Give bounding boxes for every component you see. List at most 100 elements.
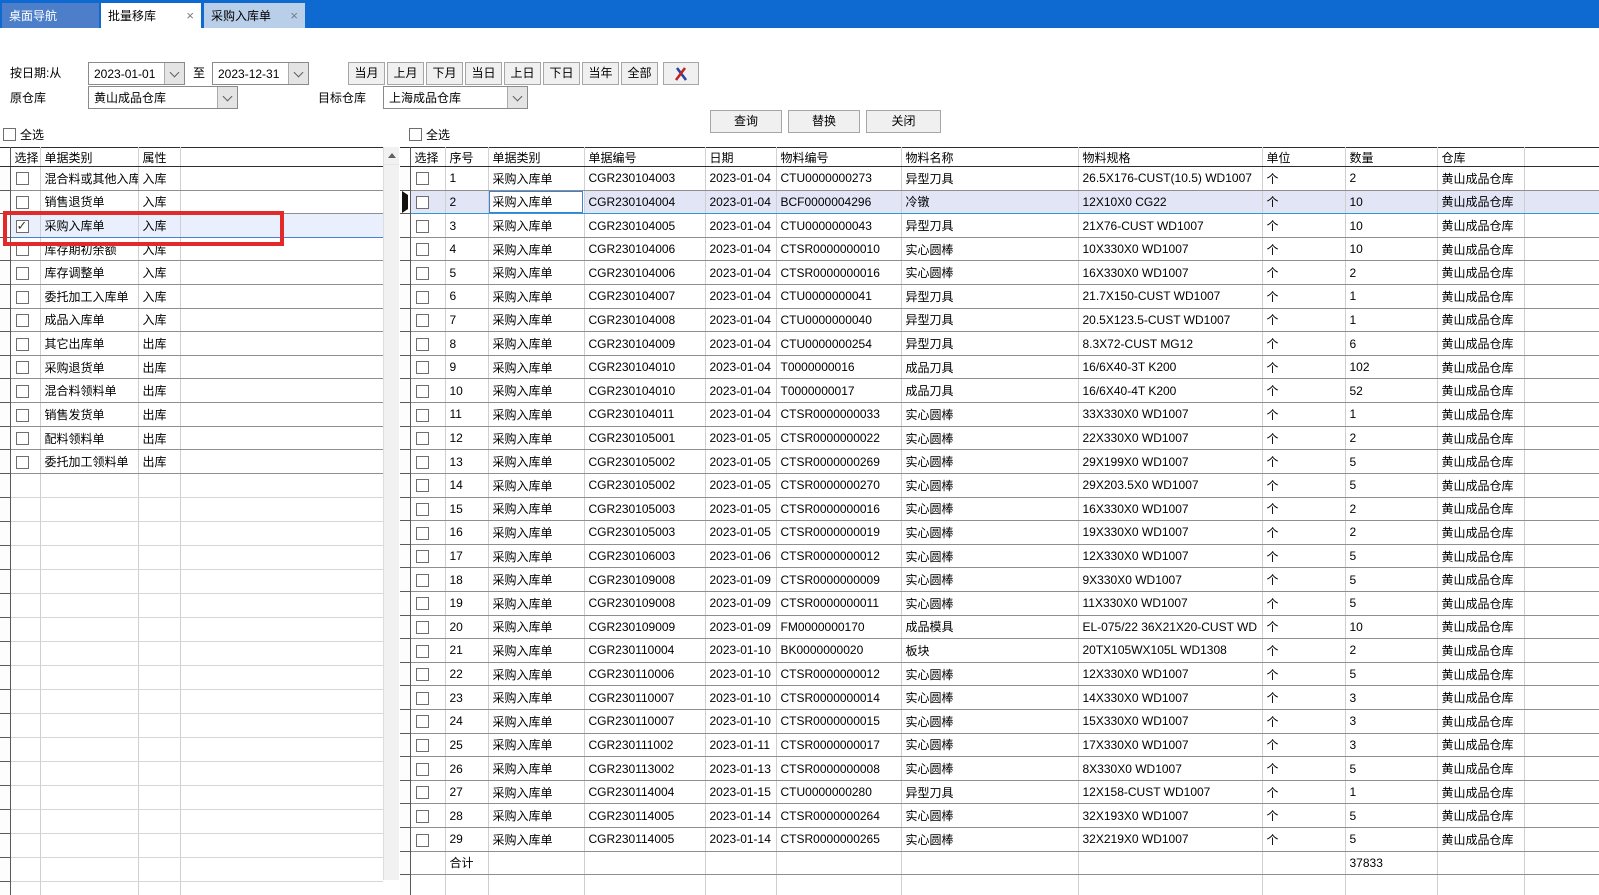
row-checkbox[interactable]	[16, 361, 29, 374]
row-checkbox[interactable]	[416, 503, 429, 516]
receipt-row[interactable]: 19采购入库单CGR2301090082023-01-09CTSR0000000…	[400, 591, 1599, 615]
right-select-all-checkbox[interactable]	[409, 128, 422, 141]
target-warehouse-combobox[interactable]: 上海成品仓库	[383, 86, 528, 109]
row-checkbox[interactable]	[16, 220, 29, 233]
query-button[interactable]: 查询	[710, 110, 782, 133]
receipt-row[interactable]: 15采购入库单CGR2301050032023-01-05CTSR0000000…	[400, 497, 1599, 521]
receipt-row[interactable]: 14采购入库单CGR2301050022023-01-05CTSR0000000…	[400, 473, 1599, 497]
chevron-down-icon[interactable]	[288, 63, 308, 84]
row-checkbox[interactable]	[416, 338, 429, 351]
doc-type-row[interactable]: 采购退货单出库	[0, 355, 383, 379]
row-checkbox[interactable]	[416, 621, 429, 634]
receipt-row[interactable]: 10采购入库单CGR2301040102023-01-04T0000000017…	[400, 379, 1599, 403]
receipt-row[interactable]: 21采购入库单CGR2301100042023-01-10BK000000002…	[400, 639, 1599, 663]
row-checkbox[interactable]	[416, 527, 429, 540]
receipt-row[interactable]: 2采购入库单CGR2301040042023-01-04BCF000000429…	[400, 190, 1599, 214]
quick-btn-prev-month[interactable]: 上月	[387, 62, 424, 85]
doc-type-row[interactable]: 混合料领料单出库	[0, 379, 383, 403]
row-checkbox[interactable]	[416, 479, 429, 492]
receipt-row[interactable]: 9采购入库单CGR2301040102023-01-04T0000000016成…	[400, 355, 1599, 379]
row-checkbox[interactable]	[416, 220, 429, 233]
receipt-row[interactable]: 25采购入库单CGR2301110022023-01-11CTSR0000000…	[400, 733, 1599, 757]
row-checkbox[interactable]	[16, 338, 29, 351]
receipt-row[interactable]: 5采购入库单CGR2301040062023-01-04CTSR00000000…	[400, 261, 1599, 285]
chevron-down-icon[interactable]	[217, 87, 237, 108]
column-header-quantity[interactable]: 数量	[1345, 148, 1437, 167]
receipt-row[interactable]: 13采购入库单CGR2301050022023-01-05CTSR0000000…	[400, 450, 1599, 474]
doc-type-row[interactable]: 销售退货单入库	[0, 190, 383, 214]
receipt-row[interactable]: 18采购入库单CGR2301090082023-01-09CTSR0000000…	[400, 568, 1599, 592]
chevron-down-icon[interactable]	[164, 63, 184, 84]
row-checkbox[interactable]	[16, 243, 29, 256]
close-icon[interactable]: ×	[290, 9, 298, 22]
column-header-attr[interactable]: 属性	[138, 148, 180, 167]
row-checkbox[interactable]	[416, 361, 429, 374]
row-checkbox[interactable]	[416, 574, 429, 587]
row-checkbox[interactable]	[16, 456, 29, 469]
row-checkbox[interactable]	[416, 715, 429, 728]
column-header-warehouse[interactable]: 仓库	[1437, 148, 1524, 167]
row-checkbox[interactable]	[416, 645, 429, 658]
receipt-row[interactable]: 17采购入库单CGR2301060032023-01-06CTSR0000000…	[400, 544, 1599, 568]
row-checkbox[interactable]	[416, 267, 429, 280]
doc-type-row[interactable]: 委托加工领料单出库	[0, 450, 383, 474]
tab-batch-transfer[interactable]: 批量移库 ×	[101, 3, 201, 28]
row-checkbox[interactable]	[16, 314, 29, 327]
doc-type-row[interactable]: 委托加工入库单入库	[0, 285, 383, 309]
row-checkbox[interactable]	[416, 597, 429, 610]
receipt-row[interactable]: 28采购入库单CGR2301140052023-01-14CTSR0000000…	[400, 804, 1599, 828]
row-checkbox[interactable]	[416, 314, 429, 327]
row-checkbox[interactable]	[16, 196, 29, 209]
row-checkbox[interactable]	[416, 409, 429, 422]
column-header-doc-type[interactable]: 单据类别	[488, 148, 584, 167]
row-checkbox[interactable]	[416, 172, 429, 185]
row-checkbox[interactable]	[416, 810, 429, 823]
receipt-row[interactable]: 26采购入库单CGR2301130022023-01-13CTSR0000000…	[400, 757, 1599, 781]
quick-btn-current-month[interactable]: 当月	[348, 62, 385, 85]
row-checkbox[interactable]	[416, 385, 429, 398]
receipt-row[interactable]: 3采购入库单CGR2301040052023-01-04CTU000000004…	[400, 214, 1599, 238]
left-grid-scrollbar[interactable]	[383, 147, 399, 880]
column-header-doc-no[interactable]: 单据编号	[584, 148, 705, 167]
row-checkbox[interactable]	[16, 432, 29, 445]
doc-type-row[interactable]: 其它出库单出库	[0, 332, 383, 356]
tab-desktop-nav[interactable]: 桌面导航	[2, 3, 99, 28]
column-header-seq[interactable]: 序号	[445, 148, 488, 167]
quick-btn-next-day[interactable]: 下日	[543, 62, 580, 85]
quick-btn-next-month[interactable]: 下月	[426, 62, 463, 85]
clear-filter-button[interactable]	[663, 62, 699, 85]
receipt-row[interactable]: 1采购入库单CGR2301040032023-01-04CTU000000027…	[400, 167, 1599, 191]
row-checkbox[interactable]	[16, 291, 29, 304]
doc-type-row[interactable]: 库存期初余额入库	[0, 237, 383, 261]
tab-purchase-receipt[interactable]: 采购入库单 ×	[204, 3, 305, 28]
row-checkbox[interactable]	[416, 243, 429, 256]
row-checkbox[interactable]	[416, 739, 429, 752]
row-checkbox[interactable]	[416, 786, 429, 799]
scroll-up-icon[interactable]	[384, 147, 399, 165]
quick-btn-current-day[interactable]: 当日	[465, 62, 502, 85]
receipt-row[interactable]: 23采购入库单CGR2301100072023-01-10CTSR0000000…	[400, 686, 1599, 710]
date-to-combobox[interactable]: 2023-12-31	[212, 62, 309, 85]
source-warehouse-combobox[interactable]: 黄山成品仓库	[88, 86, 238, 109]
row-checkbox[interactable]	[416, 432, 429, 445]
row-checkbox[interactable]	[416, 196, 429, 209]
receipt-row[interactable]: 22采购入库单CGR2301100062023-01-10CTSR0000000…	[400, 662, 1599, 686]
column-header-material-no[interactable]: 物料编号	[776, 148, 901, 167]
column-header-date[interactable]: 日期	[705, 148, 776, 167]
row-checkbox[interactable]	[416, 456, 429, 469]
receipt-row[interactable]: 4采购入库单CGR2301040062023-01-04CTSR00000000…	[400, 237, 1599, 261]
column-header-select[interactable]: 选择	[410, 148, 445, 167]
column-header-doc-type[interactable]: 单据类别	[40, 148, 138, 167]
receipt-row[interactable]: 12采购入库单CGR2301050012023-01-05CTSR0000000…	[400, 426, 1599, 450]
row-checkbox[interactable]	[416, 291, 429, 304]
receipt-row[interactable]: 7采购入库单CGR2301040082023-01-04CTU000000004…	[400, 308, 1599, 332]
doc-type-row[interactable]: 配料领料单出库	[0, 426, 383, 450]
close-button[interactable]: 关闭	[866, 110, 941, 133]
row-checkbox[interactable]	[416, 550, 429, 563]
quick-btn-all[interactable]: 全部	[621, 62, 658, 85]
row-checkbox[interactable]	[416, 668, 429, 681]
doc-type-row[interactable]: 混合料或其他入库入库	[0, 167, 383, 191]
receipt-row[interactable]: 29采购入库单CGR2301140052023-01-14CTSR0000000…	[400, 828, 1599, 852]
receipt-row[interactable]: 24采购入库单CGR2301100072023-01-10CTSR0000000…	[400, 710, 1599, 734]
receipt-row[interactable]: 11采购入库单CGR2301040112023-01-04CTSR0000000…	[400, 403, 1599, 427]
